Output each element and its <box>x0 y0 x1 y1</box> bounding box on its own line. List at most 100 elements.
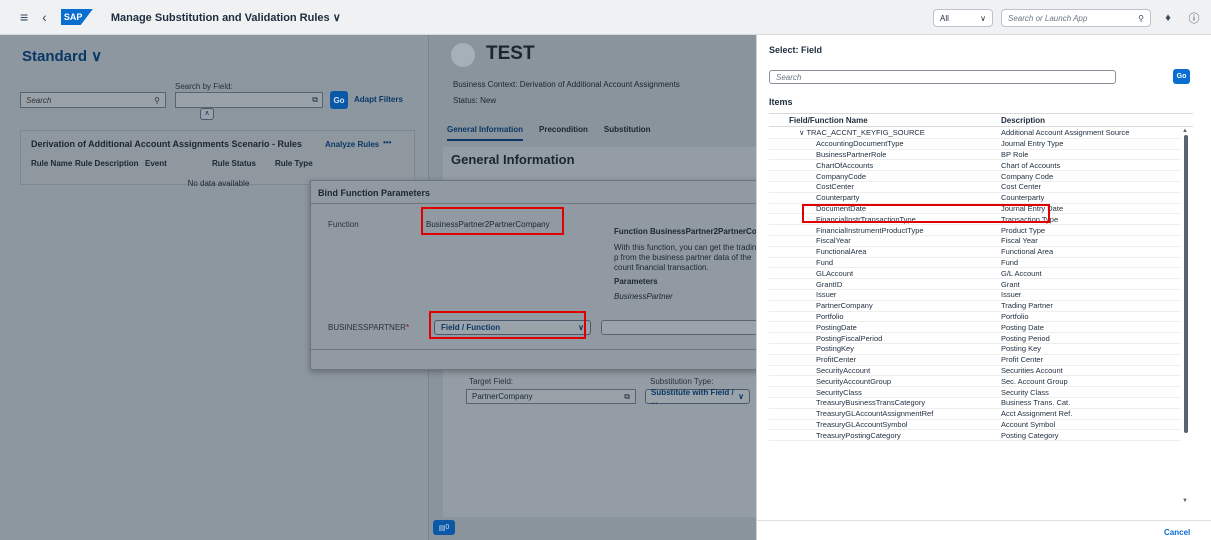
tree-row[interactable]: SecurityAccount Securities Account <box>769 366 1181 377</box>
tree-row[interactable]: GrantID Grant <box>769 279 1181 290</box>
field-name: Fund <box>816 257 834 267</box>
chevron-down-icon: ∨ <box>738 392 744 401</box>
more-options-icon[interactable]: ••• <box>383 138 391 147</box>
tree-row[interactable]: Counterparty Counterparty <box>769 193 1181 204</box>
search-input[interactable]: Search ⚲ <box>20 92 166 108</box>
tree-row[interactable]: TreasuryBusinessTransCategory Business Tr… <box>769 398 1181 409</box>
tree-row[interactable]: FunctionalArea Functional Area <box>769 247 1181 258</box>
field-name: Portfolio <box>816 311 844 321</box>
tree-row[interactable]: GLAccount G/L Account <box>769 268 1181 280</box>
tree-row[interactable]: ChartOfAccounts Chart of Accounts <box>769 160 1181 172</box>
field-name: ChartOfAccounts <box>816 160 874 170</box>
app-title[interactable]: Manage Substitution and Validation Rules… <box>111 11 341 24</box>
scroll-down-icon[interactable]: ▼ <box>1182 498 1188 504</box>
dialog-title: Bind Function Parameters <box>318 188 431 198</box>
back-icon[interactable]: ‹ <box>42 9 47 25</box>
tree-row[interactable]: TreasuryGLAccountSymbol Account Symbol <box>769 420 1181 431</box>
field-value-input[interactable] <box>601 320 761 335</box>
search-icon[interactable]: ⚲ <box>1138 14 1144 23</box>
rules-table-card: Derivation of Additional Account Assignm… <box>20 130 415 188</box>
tree-row[interactable]: Fund Fund <box>769 258 1181 269</box>
help-icon[interactable]: ⓘ <box>1185 10 1203 26</box>
tree-row[interactable]: ∨ TRAC_ACCNT_KEYFIG_SOURCE Additional Acc… <box>769 128 1181 139</box>
divider <box>311 203 761 204</box>
field-description: Sec. Account Group <box>1001 376 1068 386</box>
field-description: Account Symbol <box>1001 419 1056 429</box>
go-button[interactable]: Go <box>1173 69 1190 84</box>
function-info-description: With this function, you can get the trad… <box>614 243 761 272</box>
tree-row[interactable]: PartnerCompany Trading Partner <box>769 301 1181 312</box>
tree-row[interactable]: SecurityClass Security Class <box>769 387 1181 398</box>
search-by-field-input[interactable]: ⧉ <box>175 92 323 108</box>
highlight-function <box>421 207 564 235</box>
highlight-counterparty <box>802 204 1050 223</box>
tree-row[interactable]: Issuer Issuer <box>769 290 1181 301</box>
tree-row[interactable]: BusinessPartnerRole BP Role <box>769 150 1181 161</box>
column-header-name[interactable]: Field/Function Name <box>769 116 989 125</box>
tree-row[interactable]: SecurityAccountGroup Sec. Account Group <box>769 376 1181 388</box>
tab-bar: General Information Precondition Substit… <box>447 125 651 141</box>
target-field-input[interactable]: PartnerCompany ⧉ <box>466 389 636 404</box>
scrollbar[interactable] <box>1184 135 1188 433</box>
tree-row[interactable]: FinancialInstrumentProductType Product Ty… <box>769 225 1181 236</box>
field-description: Acct Assignment Ref. <box>1001 409 1073 419</box>
substitution-type-label: Substitution Type: <box>650 377 714 386</box>
field-name: GLAccount <box>816 268 854 278</box>
tree-row[interactable]: ProfitCenter Profit Center <box>769 355 1181 366</box>
search-scope-select[interactable]: All ∨ <box>933 9 993 27</box>
column-header[interactable]: Rule Type <box>275 159 335 168</box>
tree-row[interactable]: PostingFiscalPeriod Posting Period <box>769 333 1181 344</box>
tree-row[interactable]: TreasuryPostingCategory Posting Category <box>769 430 1181 442</box>
variant-title[interactable]: Standard ∨ <box>22 47 102 65</box>
search-placeholder: Search <box>776 72 802 82</box>
field-name: TreasuryBusinessTransCategory <box>816 398 926 408</box>
substitution-type-select[interactable]: Substitute with Field / ... ∨ <box>645 388 750 406</box>
column-header[interactable]: Rule Description <box>75 159 145 168</box>
cancel-button[interactable]: Cancel <box>1164 528 1190 537</box>
target-field-label: Target Field: <box>469 377 514 386</box>
adapt-filters-button[interactable]: Adapt Filters <box>354 95 403 104</box>
required-marker: * <box>405 323 410 332</box>
menu-icon[interactable]: ≡ <box>20 9 28 25</box>
scroll-up-icon[interactable]: ▲ <box>1182 128 1188 134</box>
field-description: Additional Account Assignment Source <box>1001 128 1130 138</box>
scope-value: All <box>940 13 949 23</box>
messages-button[interactable]: ▤ 0 <box>433 520 455 535</box>
tree-row[interactable]: CostCenter Cost Center <box>769 182 1181 193</box>
column-header[interactable]: Event <box>145 159 193 168</box>
messages-count: 0 <box>445 524 450 531</box>
field-name: FinancialInstrumentProductType <box>816 225 924 235</box>
search-by-field-label: Search by Field: <box>175 82 233 91</box>
value-help-icon[interactable]: ⧉ <box>312 95 318 105</box>
tree-row[interactable]: TreasuryGLAccountAssignmentRef Acct Assig… <box>769 409 1181 420</box>
tree-row[interactable]: Portfolio Portfolio <box>769 312 1181 323</box>
search-input[interactable]: Search <box>769 70 1116 84</box>
field-name: SecurityAccountGroup <box>816 376 892 386</box>
tree-row[interactable]: AccountingDocumentType Journal Entry Type <box>769 139 1181 150</box>
field-description: Company Code <box>1001 171 1054 181</box>
tab-precondition[interactable]: Precondition <box>539 125 588 141</box>
field-name: TreasuryGLAccountSymbol <box>816 419 908 429</box>
field-description: Issuer <box>1001 290 1022 300</box>
chevron-down-icon: ∨ <box>980 13 986 23</box>
column-header-description[interactable]: Description <box>989 116 1045 125</box>
tree-row[interactable]: CompanyCode Company Code <box>769 171 1181 182</box>
column-header[interactable]: Rule Name <box>31 159 75 168</box>
column-header[interactable]: Rule Status <box>193 159 275 168</box>
tree-row[interactable]: PostingKey Posting Key <box>769 344 1181 355</box>
tree-row[interactable]: FiscalYear Fiscal Year <box>769 236 1181 247</box>
dialog-title: Select: Field <box>769 45 823 55</box>
go-button[interactable]: Go <box>330 91 348 109</box>
tab-general-information[interactable]: General Information <box>447 125 524 141</box>
shell-search-input[interactable]: Search or Launch App ⚲ <box>1001 9 1151 27</box>
tree-row[interactable]: PostingDate Posting Date <box>769 322 1181 334</box>
sap-logo[interactable]: SAP <box>60 9 93 25</box>
field-name: ∨ TRAC_ACCNT_KEYFIG_SOURCE <box>799 128 925 138</box>
value-help-icon[interactable]: ⧉ <box>624 392 630 402</box>
collapse-header-button[interactable]: ∧ <box>200 108 214 120</box>
tab-substitution[interactable]: Substitution <box>604 125 651 141</box>
analyze-rules-button[interactable]: Analyze Rules <box>325 140 379 149</box>
notifications-icon[interactable]: ♦ <box>1159 12 1177 24</box>
field-name: PostingFiscalPeriod <box>816 333 883 343</box>
search-icon[interactable]: ⚲ <box>154 96 160 105</box>
